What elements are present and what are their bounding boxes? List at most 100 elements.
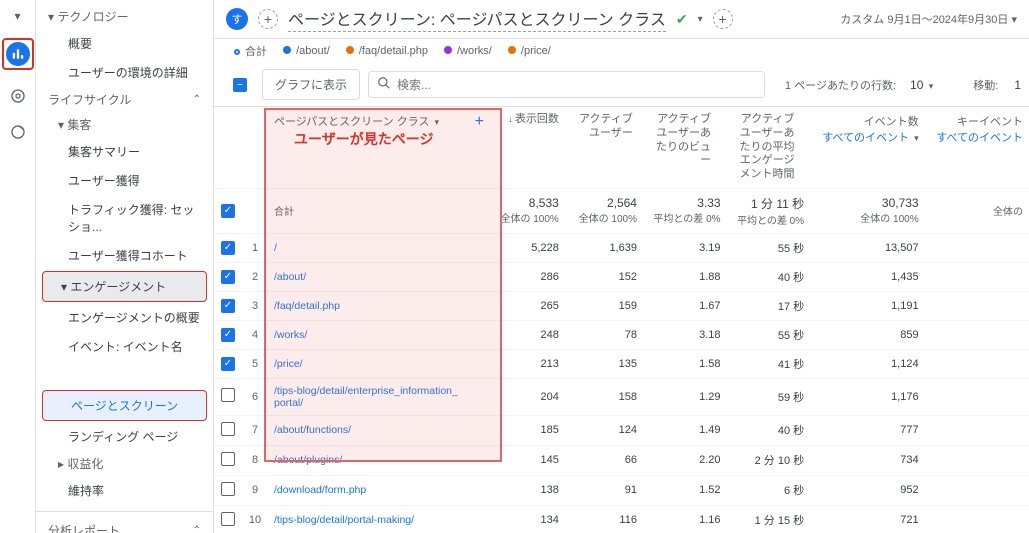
legend-dot-icon xyxy=(283,46,291,54)
legend-dot-icon xyxy=(234,49,240,55)
nav-technology[interactable]: ▾ テクノロジー xyxy=(36,4,213,29)
table-row[interactable]: 8/about/plugins/145662.202 分 10 秒734 xyxy=(214,445,1029,475)
row-checkbox[interactable]: ✓ xyxy=(221,241,235,255)
row-events: 721 xyxy=(810,505,924,533)
row-vpu: 1.67 xyxy=(643,291,727,320)
add-comparison-button[interactable]: + xyxy=(713,9,733,29)
legend-item[interactable]: /price/ xyxy=(508,45,551,57)
nav-overview[interactable]: 概要 xyxy=(36,29,213,58)
row-eng: 2 分 10 秒 xyxy=(727,445,811,475)
row-path[interactable]: /price/ xyxy=(268,349,468,378)
row-path[interactable]: /about/plugins/ xyxy=(268,445,468,475)
icon-rail: ▾ xyxy=(0,0,36,533)
nav-divider xyxy=(36,511,213,512)
row-path[interactable]: /about/functions/ xyxy=(268,415,468,445)
date-range[interactable]: カスタム 9月1日～2024年9月30日 ▾ xyxy=(840,11,1017,27)
row-path[interactable]: /faq/detail.php xyxy=(268,291,468,320)
nav-retention[interactable]: 維持率 xyxy=(36,476,213,505)
summary-checkbox[interactable]: ✓ xyxy=(221,204,235,218)
goto-value[interactable]: 1 xyxy=(1006,78,1029,92)
nav-user-cohort[interactable]: ユーザー獲得コホート xyxy=(36,241,213,270)
nav-landing-page[interactable]: ランディング ページ xyxy=(36,422,213,451)
row-checkbox[interactable]: ✓ xyxy=(221,270,235,284)
row-checkbox[interactable]: ✓ xyxy=(221,299,235,313)
nav-pages-screens[interactable]: ページとスクリーン xyxy=(42,390,207,421)
advertising-icon[interactable] xyxy=(6,120,30,144)
row-events: 777 xyxy=(810,415,924,445)
legend-item[interactable]: /about/ xyxy=(283,45,330,57)
col-views[interactable]: ↓表示回数 xyxy=(491,107,565,188)
row-views: 138 xyxy=(491,475,565,505)
row-checkbox[interactable] xyxy=(221,452,235,466)
table-row[interactable]: 6/tips-blog/detail/enterprise_informatio… xyxy=(214,378,1029,415)
nav-user-acq[interactable]: ユーザー獲得 xyxy=(36,166,213,195)
table-row[interactable]: ✓5/price/2131351.5841 秒1,124 xyxy=(214,349,1029,378)
row-index: 2 xyxy=(242,262,268,291)
table-row[interactable]: ✓3/faq/detail.php2651591.6717 秒1,191 xyxy=(214,291,1029,320)
table-row[interactable]: ✓2/about/2861521.8840 秒1,435 xyxy=(214,262,1029,291)
nav-acquisition[interactable]: ▾ 集客 xyxy=(36,112,213,137)
row-checkbox[interactable]: ✓ xyxy=(221,328,235,342)
table-row[interactable]: 9/download/form.php138911.526 秒952 xyxy=(214,475,1029,505)
col-active-users[interactable]: アクティブ ユーザー xyxy=(565,107,643,188)
add-dimension-button[interactable]: + xyxy=(468,107,491,188)
add-segment-button[interactable]: + xyxy=(258,9,278,29)
row-index: 7 xyxy=(242,415,268,445)
search-wrap xyxy=(368,71,765,98)
caret-icon[interactable]: ▾ xyxy=(6,4,30,28)
explore-icon[interactable] xyxy=(6,84,30,108)
row-events: 1,124 xyxy=(810,349,924,378)
row-vpu: 1.88 xyxy=(643,262,727,291)
col-path[interactable]: ページパスとスクリーン クラス ▾ xyxy=(268,107,468,188)
data-table: ページパスとスクリーン クラス ▾ + ↓表示回数 アクティブ ユーザー アクテ… xyxy=(214,107,1029,533)
row-path[interactable]: /tips-blog/detail/portal-making/ xyxy=(268,505,468,533)
row-index: 8 xyxy=(242,445,268,475)
row-path[interactable]: /tips-blog/detail/enterprise_information… xyxy=(268,378,468,415)
chevron-up-icon: ⌃ xyxy=(193,525,201,533)
col-views-per-user[interactable]: アクティブ ユーザーあたりのビュー xyxy=(643,107,727,188)
nav-monetization[interactable]: ▸ 収益化 xyxy=(36,451,213,476)
reports-icon[interactable] xyxy=(6,42,30,66)
row-checkbox[interactable]: ✓ xyxy=(221,357,235,371)
legend-item[interactable]: /works/ xyxy=(444,45,492,57)
row-path[interactable]: / xyxy=(268,233,468,262)
legend-item[interactable]: 合計 xyxy=(234,43,267,59)
nav-lifecycle[interactable]: ライフサイクル⌃ xyxy=(36,87,213,112)
table-row[interactable]: 7/about/functions/1851241.4940 秒777 xyxy=(214,415,1029,445)
nav-traffic-acq[interactable]: トラフィック獲得: セッショ... xyxy=(36,195,213,241)
table-row[interactable]: 10/tips-blog/detail/portal-making/134116… xyxy=(214,505,1029,533)
row-checkbox[interactable] xyxy=(221,512,235,526)
legend-dot-icon xyxy=(444,46,452,54)
rows-per-page-value[interactable]: 10 ▾ xyxy=(904,78,951,92)
col-event-count[interactable]: イベント数すべてのイベント ▾ xyxy=(810,107,924,188)
nav-eng-overview[interactable]: エンゲージメントの概要 xyxy=(36,303,213,332)
row-path[interactable]: /download/form.php xyxy=(268,475,468,505)
segment-badge[interactable]: す xyxy=(226,8,248,30)
search-input[interactable] xyxy=(397,78,756,92)
row-vpu: 1.52 xyxy=(643,475,727,505)
row-eng: 40 秒 xyxy=(727,262,811,291)
col-key-events[interactable]: キーイベントすべてのイベント xyxy=(925,107,1029,188)
select-all-checkbox[interactable]: − xyxy=(233,78,247,92)
row-checkbox[interactable] xyxy=(221,482,235,496)
row-path[interactable]: /works/ xyxy=(268,320,468,349)
legend-item[interactable]: /faq/detail.php xyxy=(346,45,428,57)
nav-user-env[interactable]: ユーザーの環境の詳細 xyxy=(36,58,213,87)
table-row[interactable]: ✓1/5,2281,6393.1955 秒13,507 xyxy=(214,233,1029,262)
nav-event-name[interactable]: イベント: イベント名 xyxy=(36,332,213,361)
row-checkbox[interactable] xyxy=(221,388,235,402)
row-eng: 59 秒 xyxy=(727,378,811,415)
col-avg-engagement[interactable]: アクティブ ユーザーあたりの平均エンゲージメント時間 xyxy=(727,107,811,188)
chevron-down-icon[interactable]: ▾ xyxy=(698,14,703,25)
row-checkbox[interactable] xyxy=(221,422,235,436)
row-path[interactable]: /about/ xyxy=(268,262,468,291)
row-views: 134 xyxy=(491,505,565,533)
show-in-chart-button[interactable]: グラフに表示 xyxy=(262,69,360,100)
row-events: 952 xyxy=(810,475,924,505)
nav-engagement[interactable]: ▾ エンゲージメント xyxy=(42,271,207,302)
nav-acq-summary[interactable]: 集客サマリー xyxy=(36,137,213,166)
table-row[interactable]: ✓4/works/248783.1855 秒859 xyxy=(214,320,1029,349)
row-users: 66 xyxy=(565,445,643,475)
nav-analysis[interactable]: 分析レポート⌃ xyxy=(36,518,213,533)
chevron-down-icon: ▾ xyxy=(434,117,439,127)
